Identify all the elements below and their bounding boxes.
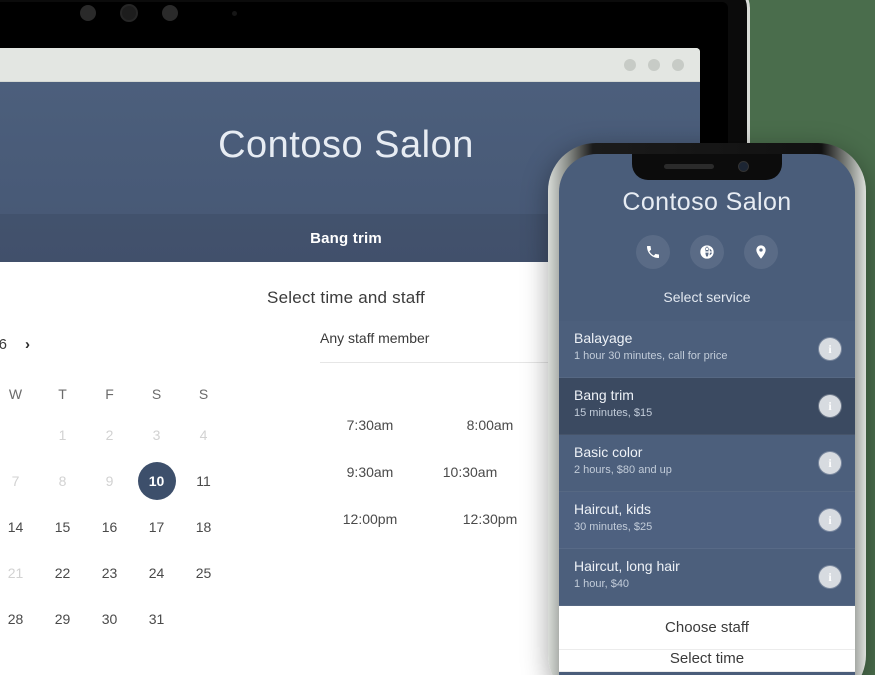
- time-slot-button[interactable]: 8:00am: [440, 401, 540, 448]
- earpiece-speaker-icon: [664, 164, 714, 169]
- service-name: Haircut, long hair: [574, 558, 680, 574]
- calendar-day[interactable]: 4: [180, 412, 227, 458]
- info-icon[interactable]: i: [819, 452, 841, 474]
- calendar-day[interactable]: 23: [86, 550, 133, 596]
- calendar-day[interactable]: 17: [133, 504, 180, 550]
- calendar-day[interactable]: 31: [133, 596, 180, 642]
- globe-icon: [700, 245, 714, 259]
- calendar-dow-label: T: [58, 386, 67, 402]
- camera-dot-icon: [80, 5, 96, 21]
- calendar-day[interactable]: 25: [180, 550, 227, 596]
- info-icon[interactable]: i: [819, 566, 841, 588]
- service-name: Bang trim: [574, 387, 634, 403]
- calendar-year-label: 016: [0, 335, 8, 353]
- tablet-camera-bar: [0, 1, 680, 25]
- calendar-next-month-button[interactable]: ›: [25, 336, 30, 353]
- calendar-grid: WTFSS 1 2 3 4 7 8 9 10 11 14 15 16 17 18 21 22 23 24 25 28 2…: [0, 376, 292, 642]
- info-icon[interactable]: i: [819, 509, 841, 531]
- service-name: Haircut, kids: [574, 501, 652, 517]
- service-list: Balayage 1 hour 30 minutes, call for pric…: [559, 321, 855, 606]
- calendar-nav: 016 ›: [0, 330, 292, 358]
- calendar-week-row: 21 22 23 24 25: [0, 550, 292, 596]
- calendar-day[interactable]: 1: [39, 412, 86, 458]
- phone-footer-item[interactable]: Choose staff: [559, 606, 855, 650]
- browser-chrome: [0, 48, 700, 82]
- calendar-day[interactable]: 22: [39, 550, 86, 596]
- camera-sensor-icon: [232, 11, 237, 16]
- service-item[interactable]: Basic color 2 hours, $80 and up i: [559, 435, 855, 492]
- calendar-day-selected[interactable]: 10: [133, 458, 180, 504]
- phone-screen: Contoso Salon Select service Balayage 1 h…: [559, 154, 855, 675]
- camera-lens-icon: [122, 6, 136, 20]
- calendar-day[interactable]: 29: [39, 596, 86, 642]
- service-detail: 2 hours, $80 and up: [574, 464, 672, 476]
- phone-icon: [647, 246, 659, 258]
- calendar-dow-label: F: [105, 386, 114, 402]
- calendar-day[interactable]: 21: [0, 550, 39, 596]
- calendar-day: [180, 596, 227, 642]
- calendar-day[interactable]: 2: [86, 412, 133, 458]
- calendar-day[interactable]: 14: [0, 504, 39, 550]
- service-item[interactable]: Balayage 1 hour 30 minutes, call for pric…: [559, 321, 855, 378]
- calendar-day[interactable]: 9: [86, 458, 133, 504]
- phone-footer-item[interactable]: Select time: [559, 650, 855, 672]
- time-slot-button[interactable]: 12:00pm: [320, 495, 420, 542]
- location-pin-icon: [756, 245, 766, 259]
- calendar-week-row: 1234: [0, 412, 292, 458]
- window-dot-icon[interactable]: [624, 59, 636, 71]
- calendar-day[interactable]: 15: [39, 504, 86, 550]
- window-dot-icon[interactable]: [648, 59, 660, 71]
- window-controls[interactable]: [624, 59, 684, 71]
- calendar-day[interactable]: 16: [86, 504, 133, 550]
- calendar-dow-row: WTFSS: [0, 376, 292, 412]
- calendar-day[interactable]: 11: [180, 458, 227, 504]
- desktop-selected-service-label: Bang trim: [310, 229, 382, 247]
- service-detail: 1 hour 30 minutes, call for price: [574, 350, 728, 362]
- service-item[interactable]: Haircut, long hair 1 hour, $40 i: [559, 549, 855, 606]
- map-button[interactable]: [744, 235, 778, 269]
- service-detail: 15 minutes, $15: [574, 407, 653, 419]
- calendar-week-row: 28 29 30 31: [0, 596, 292, 642]
- calendar-day[interactable]: 3: [133, 412, 180, 458]
- camera-dot-icon: [162, 5, 178, 21]
- info-icon[interactable]: i: [819, 395, 841, 417]
- calendar-dow-label: W: [8, 386, 23, 402]
- service-item[interactable]: Haircut, kids 30 minutes, $25 i: [559, 492, 855, 549]
- service-name: Basic color: [574, 444, 643, 460]
- website-button[interactable]: [690, 235, 724, 269]
- phone-section-title: Select service: [663, 289, 751, 305]
- calendar-day[interactable]: 18: [180, 504, 227, 550]
- scene: Contoso Salon Bang trim Select time and …: [0, 0, 875, 675]
- front-camera-icon: [739, 162, 748, 171]
- calendar-week-row: 14 15 16 17 18: [0, 504, 292, 550]
- service-name: Balayage: [574, 330, 633, 346]
- calendar-day[interactable]: 24: [133, 550, 180, 596]
- calendar-day-label: 10: [137, 462, 176, 500]
- service-detail: 30 minutes, $25: [574, 521, 653, 533]
- calendar-panel: 016 › WTFSS 1234789101114151617182122232…: [0, 330, 292, 642]
- service-detail: 1 hour, $40: [574, 578, 630, 590]
- phone-footer-nav: Choose staff Select time: [559, 606, 855, 672]
- phone-action-buttons: [559, 235, 855, 269]
- calendar-day[interactable]: 8: [39, 458, 86, 504]
- call-button[interactable]: [636, 235, 670, 269]
- window-dot-icon[interactable]: [672, 59, 684, 71]
- calendar-weeks: 1 2 3 4 7 8 9 10 11 14 15 16 17 18 21 22 23 24 25 28 29 30 31: [0, 412, 292, 642]
- calendar-day[interactable]: 7: [0, 458, 39, 504]
- info-icon[interactable]: i: [819, 338, 841, 360]
- time-slot-button[interactable]: 7:30am: [320, 401, 420, 448]
- service-item-selected[interactable]: Bang trim 15 minutes, $15 i: [559, 378, 855, 435]
- calendar-day: [0, 412, 39, 458]
- calendar-dow-label: S: [198, 386, 209, 402]
- calendar-day[interactable]: 30: [86, 596, 133, 642]
- time-slot-button[interactable]: 9:30am: [320, 448, 420, 495]
- phone-brand-title: Contoso Salon: [622, 188, 792, 216]
- time-slot-button[interactable]: 10:30am: [420, 448, 520, 495]
- calendar-week-row: 7 8 9 10 11: [0, 458, 292, 504]
- phone-notch: [632, 154, 782, 180]
- calendar-dow-label: S: [151, 386, 162, 402]
- time-slot-button[interactable]: 12:30pm: [440, 495, 540, 542]
- phone-device: Contoso Salon Select service Balayage 1 h…: [548, 143, 866, 675]
- calendar-day[interactable]: 28: [0, 596, 39, 642]
